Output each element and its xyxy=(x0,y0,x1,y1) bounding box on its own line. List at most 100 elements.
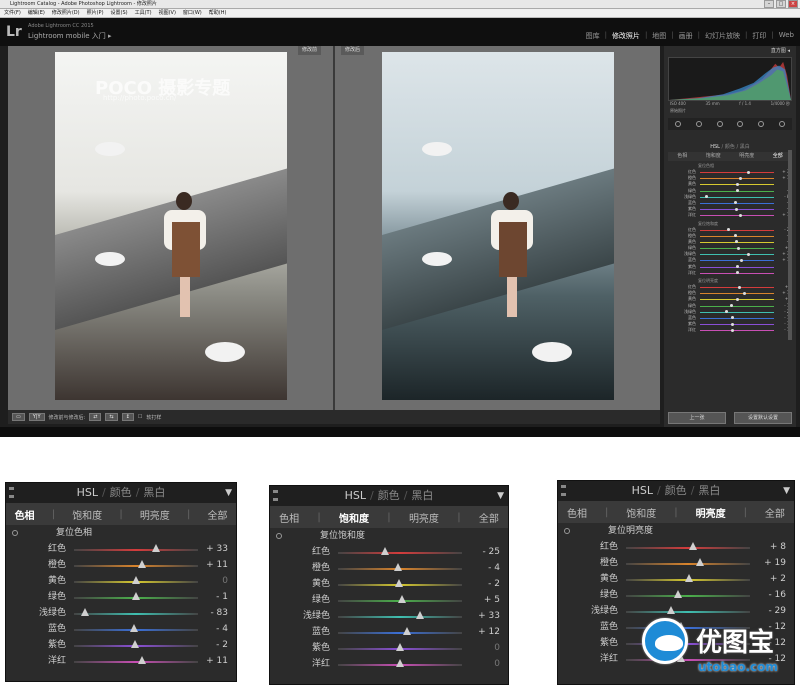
hsl-subtab[interactable]: 全部 xyxy=(207,507,227,522)
slider-track[interactable] xyxy=(626,595,750,597)
color-tab-header[interactable]: 颜色 xyxy=(110,486,132,499)
hsl-mini-tab[interactable]: 明亮度 xyxy=(739,152,754,161)
slider-knob[interactable] xyxy=(729,304,733,308)
hsl-mini-slider-row[interactable]: 洋红+ 11 xyxy=(668,212,792,218)
slider-knob[interactable] xyxy=(739,258,743,262)
slider-thumb[interactable] xyxy=(132,592,140,600)
slider-track[interactable] xyxy=(626,563,750,565)
slider-thumb[interactable] xyxy=(696,558,705,566)
slider-thumb[interactable] xyxy=(415,611,424,619)
slider-thumb[interactable] xyxy=(81,608,90,616)
radial-filter-icon[interactable] xyxy=(757,121,764,127)
module-3[interactable]: 画册 xyxy=(679,31,693,41)
reset-group-title[interactable]: 复位色相 xyxy=(6,525,236,541)
menu-item-6[interactable]: 视图(V) xyxy=(159,9,176,17)
target-adjust-icon[interactable] xyxy=(564,528,570,534)
hsl-slider-row[interactable]: 浅绿色 - 83 xyxy=(6,605,236,621)
panel-grip-icon[interactable] xyxy=(273,490,278,501)
target-adjust-icon[interactable] xyxy=(276,533,282,539)
hsl-slider-row[interactable]: 橙色 + 11 xyxy=(6,557,236,573)
slider-track[interactable] xyxy=(74,549,198,551)
slider-knob[interactable] xyxy=(705,195,709,199)
hsl-subtab[interactable]: 饱和度 xyxy=(72,507,102,522)
slider-thumb[interactable] xyxy=(674,590,683,598)
hsl-subtab[interactable]: 全部 xyxy=(765,505,785,520)
hsl-slider-row[interactable]: 绿色 + 5 xyxy=(270,592,508,608)
slider-knob[interactable] xyxy=(747,252,751,256)
slider-knob[interactable] xyxy=(739,213,743,217)
slider-thumb[interactable] xyxy=(398,595,407,603)
slider-thumb[interactable] xyxy=(138,560,147,568)
hsl-mini-hsl[interactable]: HSL xyxy=(710,144,720,150)
module-6[interactable]: Web xyxy=(779,31,794,41)
slider-thumb[interactable] xyxy=(151,544,160,552)
menu-item-5[interactable]: 工具(T) xyxy=(135,9,152,17)
slider-knob[interactable] xyxy=(731,322,735,326)
slider-track[interactable] xyxy=(700,330,774,332)
hsl-mini-bw[interactable]: 黑白 xyxy=(740,144,750,150)
slider-thumb[interactable] xyxy=(393,563,402,571)
slider-knob[interactable] xyxy=(734,207,738,211)
hsl-subtab[interactable]: 全部 xyxy=(479,510,499,525)
hsl-tab-header[interactable]: HSL xyxy=(632,484,653,497)
panel-grip-icon[interactable] xyxy=(9,487,14,498)
slider-track[interactable] xyxy=(626,611,750,613)
close-icon[interactable]: × xyxy=(788,0,798,8)
slider-knob[interactable] xyxy=(739,176,743,180)
slider-knob[interactable] xyxy=(734,240,738,244)
maximize-icon[interactable]: □ xyxy=(776,0,786,8)
hsl-mini-tab[interactable]: 全部 xyxy=(773,152,783,161)
slider-knob[interactable] xyxy=(736,246,740,250)
slider-track[interactable] xyxy=(700,260,774,262)
right-panel-scrollbar[interactable] xyxy=(788,150,792,340)
reset-defaults-button[interactable]: 设置默认设置 xyxy=(734,412,792,424)
reset-group-title[interactable]: 复位饱和度 xyxy=(270,528,508,544)
hsl-subtab[interactable]: 饱和度 xyxy=(626,505,656,520)
slider-thumb[interactable] xyxy=(666,606,675,614)
slider-track[interactable] xyxy=(700,178,774,180)
hsl-slider-row[interactable]: 红色 - 25 xyxy=(270,544,508,560)
hsl-slider-row[interactable]: 洋红 0 xyxy=(270,656,508,672)
hsl-slider-row[interactable]: 红色 + 8 xyxy=(558,539,794,555)
crop-icon[interactable] xyxy=(675,121,682,127)
slider-track[interactable] xyxy=(700,293,774,295)
hsl-slider-row[interactable]: 橙色 + 19 xyxy=(558,555,794,571)
hsl-mini-slider-row[interactable]: 洋红0 xyxy=(668,270,792,276)
swap-button[interactable]: ↕ xyxy=(121,413,134,421)
color-tab-header[interactable]: 颜色 xyxy=(378,489,400,502)
after-photo[interactable] xyxy=(382,52,614,400)
hsl-slider-row[interactable]: 浅绿色 + 33 xyxy=(270,608,508,624)
hsl-mini-tab[interactable]: 色相 xyxy=(677,152,687,161)
slider-knob[interactable] xyxy=(731,328,735,332)
minimize-icon[interactable]: – xyxy=(764,0,774,8)
module-2[interactable]: 地图 xyxy=(652,31,666,41)
module-5[interactable]: 打印 xyxy=(752,31,766,41)
slider-track[interactable] xyxy=(338,632,462,634)
hsl-slider-row[interactable]: 黄色 - 2 xyxy=(270,576,508,592)
slider-thumb[interactable] xyxy=(129,624,138,632)
spot-removal-icon[interactable] xyxy=(695,121,702,127)
graduated-filter-icon[interactable] xyxy=(737,121,744,127)
module-1[interactable]: 修改照片 xyxy=(612,31,640,41)
brush-icon[interactable] xyxy=(778,121,785,127)
hsl-slider-row[interactable]: 橙色 - 4 xyxy=(270,560,508,576)
slider-track[interactable] xyxy=(700,287,774,288)
reset-group-title[interactable]: 复位明亮度 xyxy=(558,523,794,539)
bw-tab-header[interactable]: 黑白 xyxy=(411,489,433,502)
hsl-subtab[interactable]: 明亮度 xyxy=(696,505,726,520)
menu-item-7[interactable]: 窗口(W) xyxy=(183,9,202,17)
hsl-mini-tab[interactable]: 饱和度 xyxy=(706,152,721,161)
hsl-mini-slider-row[interactable]: 洋红- 12 xyxy=(668,327,792,333)
slider-knob[interactable] xyxy=(736,297,740,301)
hsl-slider-row[interactable]: 紫色 0 xyxy=(270,640,508,656)
slider-track[interactable] xyxy=(74,565,198,567)
slider-track[interactable] xyxy=(74,661,198,663)
menu-item-8[interactable]: 帮助(H) xyxy=(209,9,227,17)
menu-item-4[interactable]: 设置(S) xyxy=(111,9,128,17)
slider-track[interactable] xyxy=(700,311,774,313)
yy-view-button[interactable]: Y|Y xyxy=(28,413,45,421)
slider-track[interactable] xyxy=(700,324,774,326)
slider-track[interactable] xyxy=(700,172,774,173)
hsl-slider-row[interactable]: 紫色 - 2 xyxy=(6,637,236,653)
slider-knob[interactable] xyxy=(735,271,739,275)
